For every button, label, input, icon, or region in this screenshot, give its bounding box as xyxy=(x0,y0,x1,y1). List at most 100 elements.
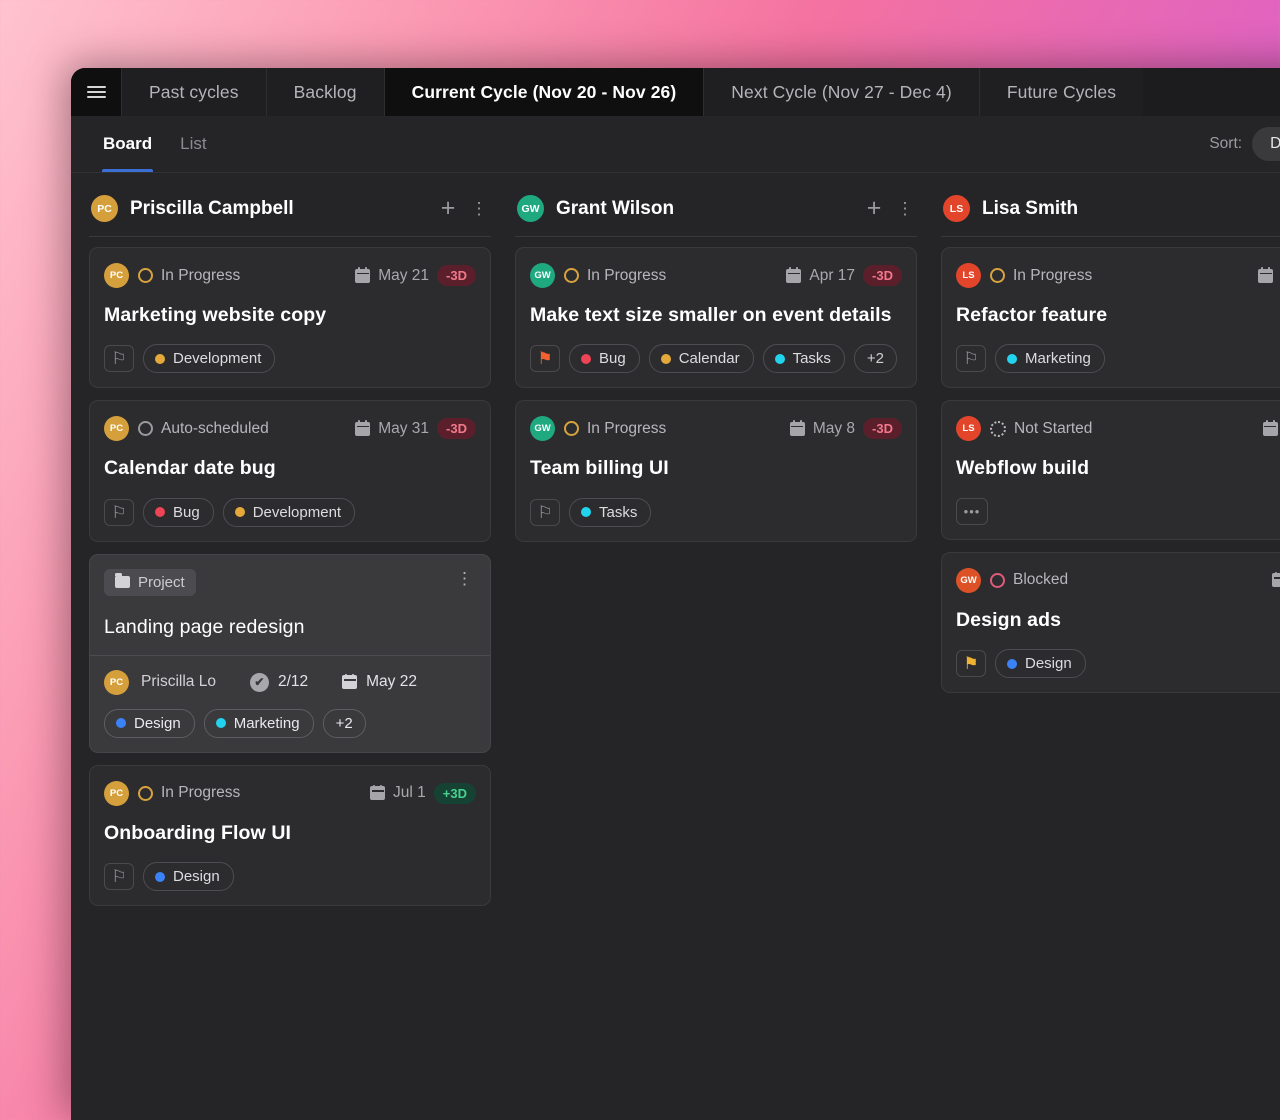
due-date-group[interactable]: May 8-3D xyxy=(790,418,902,439)
task-card[interactable]: GWIn ProgressApr 17-3DMake text size sma… xyxy=(515,247,917,388)
status-indicator[interactable]: Auto-scheduled xyxy=(138,420,346,438)
project-card-body: PCPriscilla Lo✔2/12May 22DesignMarketing… xyxy=(90,655,490,752)
status-indicator[interactable]: In Progress xyxy=(138,784,361,802)
tag-development[interactable]: Development xyxy=(143,344,275,373)
due-date-group[interactable]: Jun 16 xyxy=(1258,267,1280,285)
card-more-options-icon[interactable]: ••• xyxy=(956,498,988,525)
assignee-avatar[interactable]: LS xyxy=(956,416,981,441)
due-date-group[interactable]: Jul 8 xyxy=(1272,571,1280,589)
tag-bug[interactable]: Bug xyxy=(143,498,214,527)
project-menu-icon[interactable]: ⋮ xyxy=(453,569,476,589)
cycle-tab-3[interactable]: Next Cycle (Nov 27 - Dec 4) xyxy=(703,68,979,116)
column-header: PCPriscilla Campbell+⋮ xyxy=(89,187,491,237)
due-delta-badge: -3D xyxy=(437,265,476,286)
more-tags-badge[interactable]: +2 xyxy=(323,709,366,738)
cycle-tab-1[interactable]: Backlog xyxy=(266,68,384,116)
tag-label: Tasks xyxy=(599,504,637,521)
view-bar: BoardList Sort: Due date xyxy=(71,116,1280,173)
cycle-tab-4[interactable]: Future Cycles xyxy=(979,68,1143,116)
check-glyph: ✔ xyxy=(254,676,264,688)
column-menu-icon[interactable]: ⋮ xyxy=(471,199,487,219)
assignee-avatar[interactable]: GW xyxy=(956,568,981,593)
assignee-avatar[interactable]: GW xyxy=(530,263,555,288)
tag-development[interactable]: Development xyxy=(223,498,355,527)
flag-outline-icon[interactable]: ⚐ xyxy=(104,863,134,890)
calendar-icon xyxy=(1263,422,1278,436)
ring-in-progress-icon xyxy=(564,421,579,436)
task-card[interactable]: LSNot StartedMay 2Webflow build••• xyxy=(941,400,1280,539)
tag-design[interactable]: Design xyxy=(995,649,1086,678)
due-date-group[interactable]: May 31-3D xyxy=(355,418,476,439)
task-card[interactable]: GW In Progress May 8-3D Team billing UI ⚐ Tas… xyxy=(515,400,917,541)
due-date-group[interactable]: Jul 1+3D xyxy=(370,783,476,804)
view-tab-board[interactable]: Board xyxy=(89,116,166,172)
flag-filled-icon[interactable]: ⚑ xyxy=(956,650,986,677)
due-date-text: May 22 xyxy=(366,673,417,691)
due-date-group[interactable]: Apr 17 -3D xyxy=(786,265,902,286)
tag-marketing[interactable]: Marketing xyxy=(995,344,1105,373)
tag-color-dot xyxy=(581,354,591,364)
flag-outline-icon[interactable]: ⚐ xyxy=(104,345,134,372)
add-task-icon[interactable]: + xyxy=(437,196,459,221)
status-indicator[interactable]: In Progress xyxy=(138,267,346,285)
tag-design[interactable]: Design xyxy=(104,709,195,738)
status-indicator[interactable]: Not Started xyxy=(990,420,1254,438)
calendar-icon xyxy=(1258,269,1273,283)
status-indicator[interactable]: In Progress xyxy=(990,267,1249,285)
status-indicator[interactable]: In Progress xyxy=(564,267,777,285)
due-delta-badge: -3D xyxy=(863,265,902,286)
project-card[interactable]: Project⋮Landing page redesignPCPriscilla… xyxy=(89,554,491,753)
assignee-avatar[interactable]: PC xyxy=(104,781,129,806)
cycle-tab-2[interactable]: Current Cycle (Nov 20 - Nov 26) xyxy=(384,68,704,116)
ring-in-progress-icon xyxy=(138,268,153,283)
add-task-icon[interactable]: + xyxy=(863,196,885,221)
due-date-group[interactable]: May 21-3D xyxy=(355,265,476,286)
due-date-text: Apr 17 xyxy=(809,267,855,285)
tag-design[interactable]: Design xyxy=(143,862,234,891)
status-indicator[interactable]: In Progress xyxy=(564,420,781,438)
avatar: PC xyxy=(91,195,118,222)
ring-in-progress-icon xyxy=(138,786,153,801)
due-delta-badge: -3D xyxy=(863,418,902,439)
tag-marketing[interactable]: Marketing xyxy=(204,709,314,738)
column-menu-icon[interactable]: ⋮ xyxy=(897,199,913,219)
ring-in-progress-icon xyxy=(990,268,1005,283)
task-card[interactable]: PCAuto-scheduledMay 31-3DCalendar date b… xyxy=(89,400,491,541)
more-tags-badge[interactable]: +2 xyxy=(854,344,897,373)
project-tags: Design Marketing +2 xyxy=(104,709,476,738)
flag-outline-icon[interactable]: ⚐ xyxy=(530,499,560,526)
due-delta-badge: -3D xyxy=(437,418,476,439)
due-date-group[interactable]: May 2 xyxy=(1263,420,1280,438)
check-circle-icon: ✔ xyxy=(250,673,269,692)
flag-outline-icon[interactable]: ⚐ xyxy=(956,345,986,372)
tag-tasks[interactable]: Tasks xyxy=(569,498,651,527)
flag-outline-icon[interactable]: ⚐ xyxy=(104,499,134,526)
calendar-icon xyxy=(786,269,801,283)
assignee-avatar[interactable]: LS xyxy=(956,263,981,288)
cycle-tabs: Past cyclesBacklogCurrent Cycle (Nov 20 … xyxy=(121,68,1143,116)
tag-label: Calendar xyxy=(679,350,740,367)
task-card[interactable]: PCIn ProgressJul 1+3DOnboarding Flow UI⚐… xyxy=(89,765,491,906)
task-card-header: PC In Progress Jul 1+3D xyxy=(104,781,476,806)
tag-calendar[interactable]: Calendar xyxy=(649,344,754,373)
owner-avatar: PC xyxy=(104,670,129,695)
cycle-tab-0[interactable]: Past cycles xyxy=(121,68,266,116)
task-card[interactable]: PCIn ProgressMay 21-3DMarketing website … xyxy=(89,247,491,388)
assignee-avatar[interactable]: PC xyxy=(104,263,129,288)
hamburger-menu-icon[interactable] xyxy=(71,68,121,116)
flag-glyph: ⚐ xyxy=(963,350,978,367)
assignee-avatar[interactable]: GW xyxy=(530,416,555,441)
task-card[interactable]: GWBlockedJul 8Design ads⚑Design xyxy=(941,552,1280,693)
task-title: Team billing UI xyxy=(530,456,902,480)
col-lisa-smith: LSLisa Smith+⋮LSIn ProgressJun 16Refacto… xyxy=(941,187,1280,705)
status-indicator[interactable]: Blocked xyxy=(990,571,1263,589)
view-tab-list[interactable]: List xyxy=(166,116,220,172)
tag-bug[interactable]: Bug xyxy=(569,344,640,373)
tag-tasks[interactable]: Tasks xyxy=(763,344,845,373)
hamburger-bars xyxy=(87,83,106,102)
assignee-avatar[interactable]: PC xyxy=(104,416,129,441)
tag-color-dot xyxy=(116,718,126,728)
flag-filled-icon[interactable]: ⚑ xyxy=(530,345,560,372)
task-card[interactable]: LSIn ProgressJun 16Refactor feature⚐Mark… xyxy=(941,247,1280,388)
sort-dropdown[interactable]: Due date xyxy=(1252,127,1280,161)
